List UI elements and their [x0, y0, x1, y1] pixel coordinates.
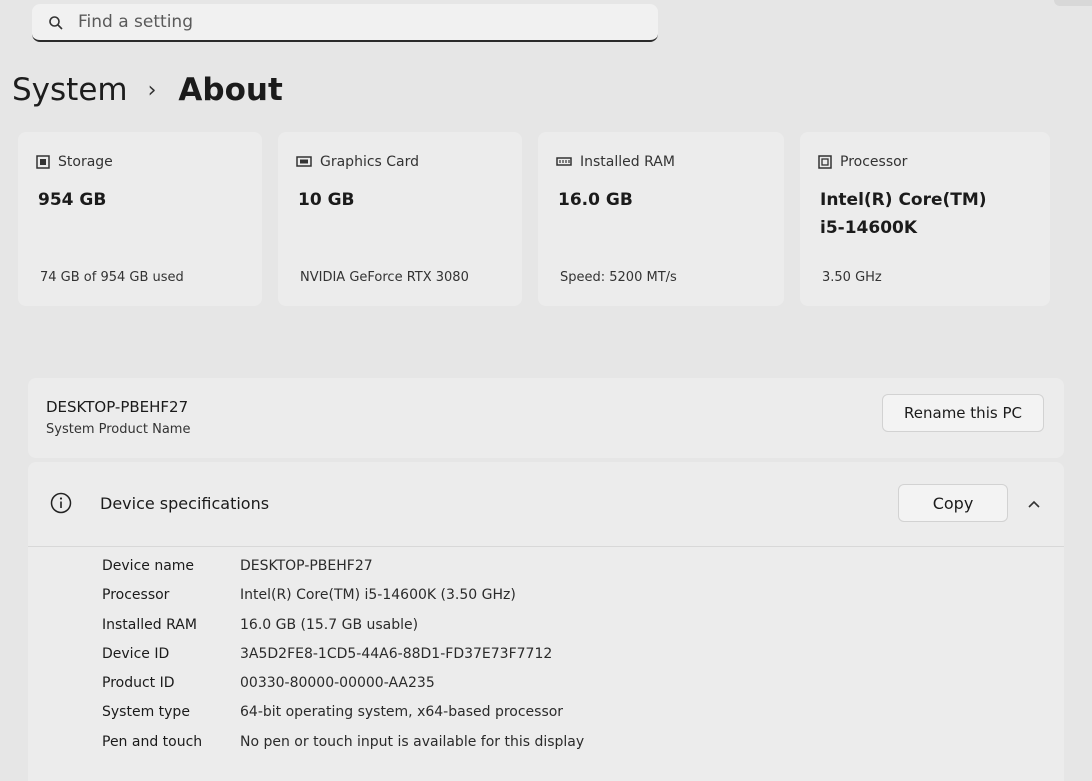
processor-label-wrap: Processor	[818, 154, 907, 170]
rename-pc-button[interactable]: Rename this PC	[882, 394, 1044, 432]
ram-speed: Speed: 5200 MT/s	[560, 270, 677, 285]
spec-key: Pen and touch	[102, 733, 203, 750]
processor-card[interactable]: Processor Intel(R) Core(TM) i5-14600K 3.…	[800, 132, 1050, 306]
storage-label: Storage	[58, 154, 113, 170]
device-specifications-title: Device specifications	[100, 494, 270, 513]
spec-value: DESKTOP-PBEHF27	[240, 558, 373, 574]
pc-name-row: DESKTOP-PBEHF27 System Product Name Rena…	[28, 378, 1064, 458]
processor-speed: 3.50 GHz	[822, 270, 882, 285]
spec-key: Processor	[102, 587, 170, 604]
ram-icon	[556, 157, 572, 166]
spec-value: 64-bit operating system, x64-based proce…	[240, 704, 564, 721]
ram-label: Installed RAM	[580, 154, 675, 170]
spec-value: 3A5D2FE8-1CD5-44A6-88D1-FD37E73F7712	[240, 645, 553, 662]
spec-value: 00330-80000-00000-AA235	[240, 675, 435, 692]
device-specifications-panel: Device specifications Copy Device name D…	[28, 462, 1064, 781]
storage-icon	[36, 155, 50, 169]
breadcrumb-chevron-icon: ›	[147, 77, 157, 103]
spec-key: Device ID	[102, 645, 170, 662]
graphics-card-label-wrap: Graphics Card	[296, 154, 419, 170]
processor-icon	[818, 155, 832, 169]
spec-key: Installed RAM	[102, 616, 197, 633]
graphics-card-icon	[296, 156, 312, 167]
chevron-up-icon	[1028, 500, 1040, 508]
graphics-card-card[interactable]: Graphics Card 10 GB NVIDIA GeForce RTX 3…	[278, 132, 522, 306]
graphics-card-model: NVIDIA GeForce RTX 3080	[300, 270, 469, 285]
processor-value: Intel(R) Core(TM) i5-14600K	[820, 186, 987, 242]
spec-value: Intel(R) Core(TM) i5-14600K (3.50 GHz)	[240, 587, 516, 604]
search-box[interactable]	[32, 4, 658, 42]
pc-name: DESKTOP-PBEHF27	[46, 398, 189, 416]
storage-usage: 74 GB of 954 GB used	[40, 270, 184, 285]
spec-key: Product ID	[102, 675, 175, 692]
window-edge-button[interactable]	[1054, 0, 1092, 6]
collapse-button[interactable]	[1020, 490, 1048, 518]
spec-key: System type	[102, 704, 190, 721]
processor-value-line1: Intel(R) Core(TM)	[820, 190, 987, 210]
pc-product-name: System Product Name	[46, 422, 191, 437]
search-input[interactable]	[78, 10, 638, 34]
search-icon	[49, 16, 63, 30]
copy-button[interactable]: Copy	[898, 484, 1008, 522]
storage-card-label-wrap: Storage	[36, 154, 113, 170]
spec-key: Device name	[102, 558, 195, 574]
device-specifications-header[interactable]: Device specifications Copy	[28, 462, 1064, 547]
spec-value: No pen or touch input is available for t…	[240, 733, 585, 750]
processor-label: Processor	[840, 154, 908, 170]
processor-value-line2: i5-14600K	[820, 218, 918, 238]
installed-ram-card[interactable]: Installed RAM 16.0 GB Speed: 5200 MT/s	[538, 132, 784, 306]
page-title: About	[178, 72, 283, 108]
breadcrumb-parent-system[interactable]: System	[12, 72, 128, 108]
info-icon	[50, 492, 72, 514]
spec-value: 16.0 GB (15.7 GB usable)	[240, 616, 419, 633]
ram-value: 16.0 GB	[558, 190, 633, 210]
storage-value: 954 GB	[38, 190, 107, 210]
graphics-card-value: 10 GB	[298, 190, 355, 210]
graphics-card-label: Graphics Card	[320, 154, 420, 170]
breadcrumb: System › About	[12, 68, 283, 112]
ram-label-wrap: Installed RAM	[556, 154, 675, 170]
storage-card[interactable]: Storage 954 GB 74 GB of 954 GB used	[18, 132, 262, 306]
